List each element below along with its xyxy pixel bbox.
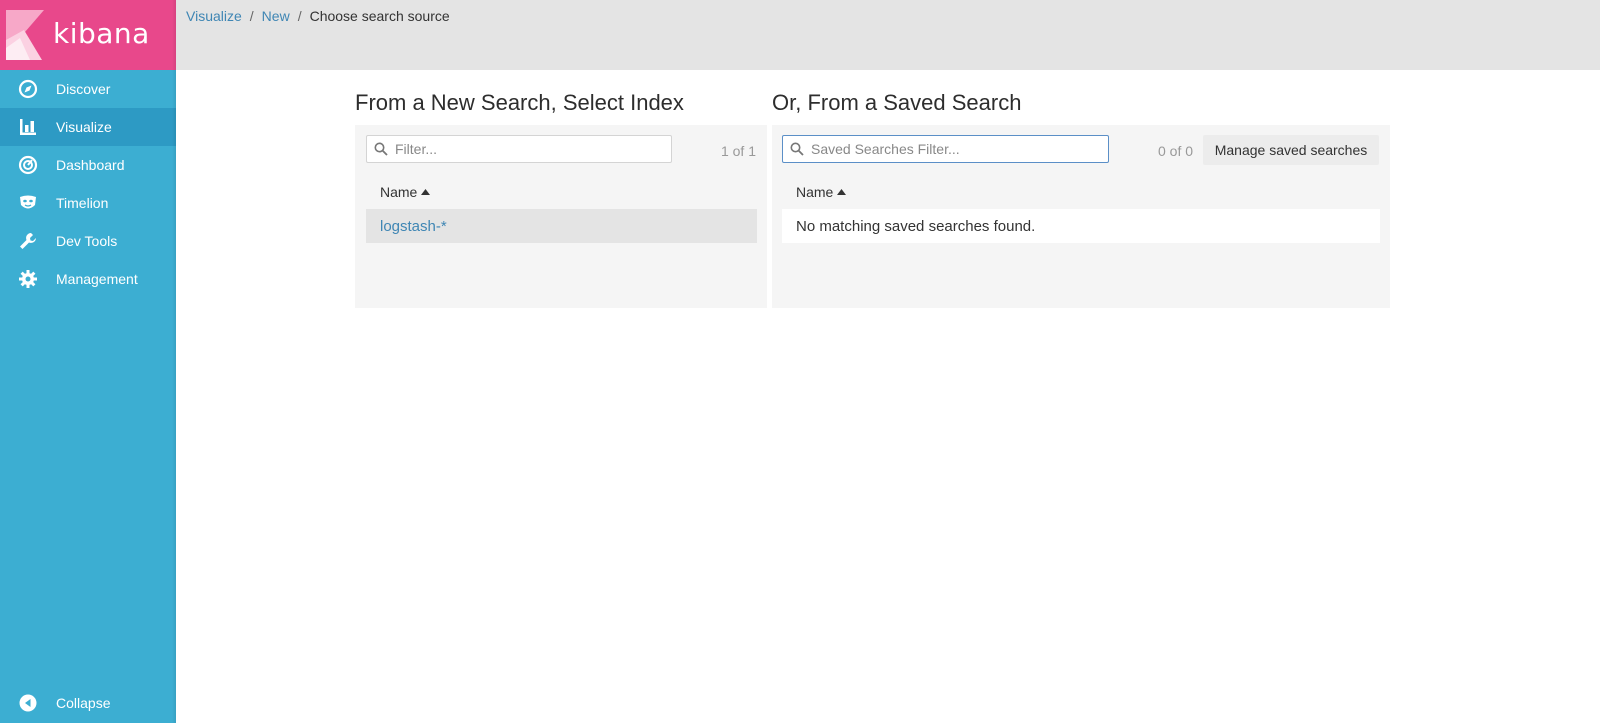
index-pattern-row[interactable]: logstash-* [366, 209, 757, 243]
sidebar-item-label: Management [56, 271, 138, 287]
collapse-label: Collapse [56, 695, 111, 711]
sidebar-item-label: Discover [56, 81, 111, 97]
sidebar-item-timelion[interactable]: Timelion [0, 184, 176, 222]
index-pattern-name: logstash-* [380, 217, 447, 235]
empty-message-text: No matching saved searches found. [796, 217, 1036, 235]
breadcrumb-separator: / [297, 8, 302, 24]
timelion-mask-icon [0, 193, 56, 213]
kibana-logo[interactable]: kibana [0, 0, 176, 70]
search-icon [783, 142, 811, 156]
sidebar-item-visualize[interactable]: Visualize [0, 108, 176, 146]
index-panel: 1 of 1 Name logstash-* [355, 125, 767, 308]
index-count: 1 of 1 [720, 143, 756, 159]
breadcrumb-separator: / [249, 8, 254, 24]
saved-search-count: 0 of 0 [1158, 143, 1194, 159]
sidebar-item-dev-tools[interactable]: Dev Tools [0, 222, 176, 260]
bar-chart-icon [0, 117, 56, 137]
dashboard-gauge-icon [0, 155, 56, 175]
sidebar-item-label: Dashboard [56, 157, 125, 173]
column-label: Name [380, 184, 418, 200]
empty-results-message: No matching saved searches found. [782, 209, 1380, 243]
compass-icon [0, 79, 56, 99]
sidebar: kibana Discover Visualize Dashboard Time… [0, 0, 176, 723]
sort-ascending-icon [421, 189, 431, 195]
breadcrumb-visualize[interactable]: Visualize [186, 8, 242, 24]
index-name-column-header[interactable]: Name [380, 184, 431, 200]
wrench-icon [0, 231, 56, 251]
collapse-arrow-icon [0, 694, 56, 712]
saved-search-filter-input[interactable] [811, 141, 1108, 157]
kibana-logo-icon [6, 10, 44, 60]
sort-ascending-icon [837, 189, 847, 195]
saved-search-name-column-header[interactable]: Name [796, 184, 847, 200]
sidebar-item-dashboard[interactable]: Dashboard [0, 146, 176, 184]
manage-saved-searches-button[interactable]: Manage saved searches [1203, 135, 1379, 165]
breadcrumb-new[interactable]: New [262, 8, 290, 24]
index-filter-field[interactable] [366, 135, 672, 163]
saved-search-filter-field[interactable] [782, 135, 1109, 163]
collapse-button[interactable]: Collapse [0, 683, 176, 723]
saved-search-title: Or, From a Saved Search [772, 90, 1022, 115]
sidebar-item-management[interactable]: Management [0, 260, 176, 298]
saved-search-panel: 0 of 0 Manage saved searches Name No mat… [772, 125, 1390, 308]
breadcrumb: Visualize / New / Choose search source [186, 8, 450, 24]
column-label: Name [796, 184, 834, 200]
gear-icon [0, 269, 56, 289]
logo-text: kibana [53, 17, 150, 50]
new-search-title: From a New Search, Select Index [355, 90, 684, 115]
breadcrumb-current: Choose search source [309, 8, 450, 24]
sidebar-nav: Discover Visualize Dashboard Timelion De… [0, 70, 176, 298]
index-filter-input[interactable] [395, 141, 671, 157]
sidebar-item-discover[interactable]: Discover [0, 70, 176, 108]
sidebar-item-label: Dev Tools [56, 233, 118, 249]
top-bar: Visualize / New / Choose search source [176, 0, 1600, 70]
sidebar-item-label: Timelion [56, 195, 109, 211]
sidebar-item-label: Visualize [56, 119, 112, 135]
search-icon [367, 142, 395, 156]
